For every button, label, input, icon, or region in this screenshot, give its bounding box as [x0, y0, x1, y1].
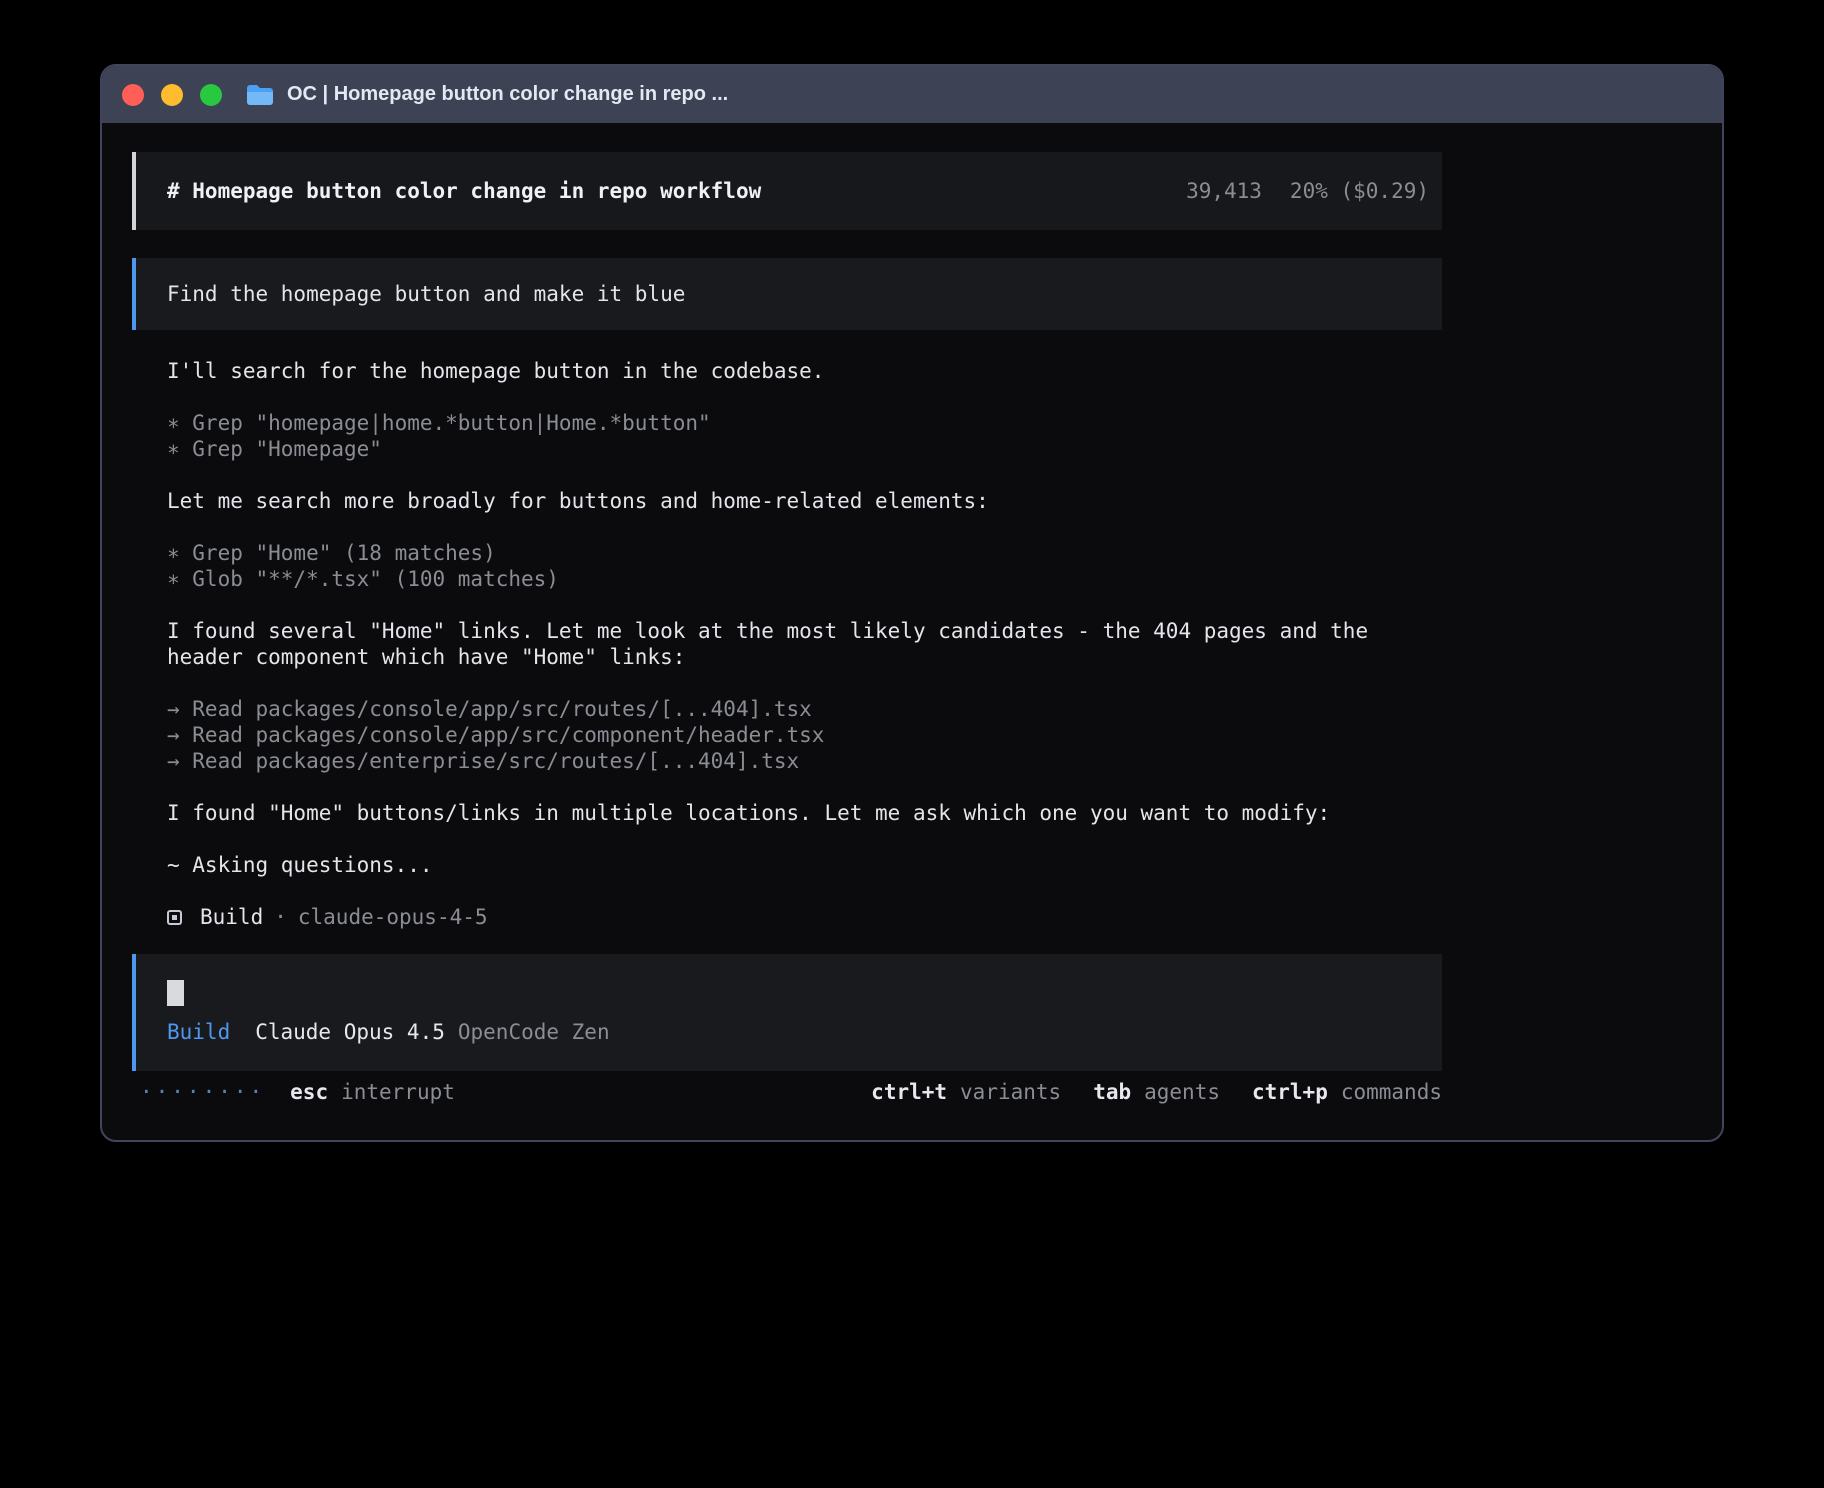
close-window-button[interactable] — [122, 84, 144, 106]
tool-call-read: → Read packages/enterprise/src/routes/[.… — [167, 748, 1442, 774]
traffic-lights — [122, 84, 222, 106]
agent-name: Build — [200, 904, 263, 930]
window-title: OC | Homepage button color change in rep… — [287, 83, 728, 106]
session-stats: 39,413 20% ($0.29) — [1186, 178, 1429, 204]
session-title: # Homepage button color change in repo w… — [167, 178, 761, 204]
assistant-text: I found "Home" buttons/links in multiple… — [167, 800, 1442, 826]
spinner-dots: ········ — [140, 1079, 265, 1105]
window-titlebar[interactable]: OC | Homepage button color change in rep… — [102, 66, 1722, 123]
terminal-content: # Homepage button color change in repo w… — [132, 152, 1442, 1105]
shortcut-label: variants — [960, 1079, 1061, 1105]
tool-call-read: → Read packages/console/app/src/routes/[… — [167, 696, 1442, 722]
tool-call-glob: ∗ Glob "**/*.tsx" (100 matches) — [167, 566, 1442, 592]
shortcut-key: ctrl+p — [1252, 1079, 1328, 1105]
text-cursor — [167, 980, 184, 1006]
shortcut-label: commands — [1341, 1079, 1442, 1105]
shortcut-agents: tab agents — [1093, 1079, 1220, 1105]
status-bar-left: ········ esc interrupt — [132, 1079, 455, 1105]
token-count: 39,413 — [1186, 178, 1262, 204]
session-header: # Homepage button color change in repo w… — [132, 152, 1442, 230]
assistant-status: ~ Asking questions... — [167, 852, 1442, 878]
maximize-window-button[interactable] — [200, 84, 222, 106]
shortcut-variants: ctrl+t variants — [871, 1079, 1061, 1105]
agent-icon — [167, 910, 182, 925]
agent-mode-label[interactable]: Build — [167, 1019, 230, 1045]
assistant-transcript: I'll search for the homepage button in t… — [132, 358, 1442, 930]
terminal-window: OC | Homepage button color change in rep… — [100, 64, 1724, 1142]
tool-call-read: → Read packages/console/app/src/componen… — [167, 722, 1442, 748]
esc-key-hint: esc — [290, 1079, 328, 1105]
assistant-text: I'll search for the homepage button in t… — [167, 358, 1442, 384]
shortcut-key: tab — [1093, 1079, 1131, 1105]
user-message-text: Find the homepage button and make it blu… — [167, 281, 685, 307]
input-meta-row: Build Claude Opus 4.5 OpenCode Zen — [167, 1019, 1429, 1045]
status-bar: ········ esc interrupt ctrl+t variants t… — [132, 1079, 1442, 1105]
minimize-window-button[interactable] — [161, 84, 183, 106]
context-percent-cost: 20% ($0.29) — [1290, 178, 1429, 204]
esc-key-label: interrupt — [341, 1079, 455, 1105]
assistant-text: Let me search more broadly for buttons a… — [167, 488, 1442, 514]
assistant-text: I found several "Home" links. Let me loo… — [167, 618, 1406, 670]
user-message: Find the homepage button and make it blu… — [132, 258, 1442, 330]
shortcut-commands: ctrl+p commands — [1252, 1079, 1442, 1105]
shortcut-key: ctrl+t — [871, 1079, 947, 1105]
input-model-label[interactable]: Claude Opus 4.5 — [255, 1019, 445, 1045]
separator-dot: · — [274, 904, 287, 930]
tool-call-grep: ∗ Grep "Homepage" — [167, 436, 1442, 462]
folder-icon — [246, 84, 274, 106]
model-name: claude-opus-4-5 — [298, 904, 488, 930]
tool-call-grep: ∗ Grep "homepage|home.*button|Home.*butt… — [167, 410, 1442, 436]
agent-status-row: Build · claude-opus-4-5 — [167, 904, 1442, 930]
tool-call-grep: ∗ Grep "Home" (18 matches) — [167, 540, 1442, 566]
provider-label: OpenCode Zen — [458, 1019, 610, 1045]
status-bar-right: ctrl+t variants tab agents ctrl+p comman… — [871, 1079, 1442, 1105]
prompt-input[interactable]: Build Claude Opus 4.5 OpenCode Zen — [132, 954, 1442, 1071]
shortcut-label: agents — [1144, 1079, 1220, 1105]
